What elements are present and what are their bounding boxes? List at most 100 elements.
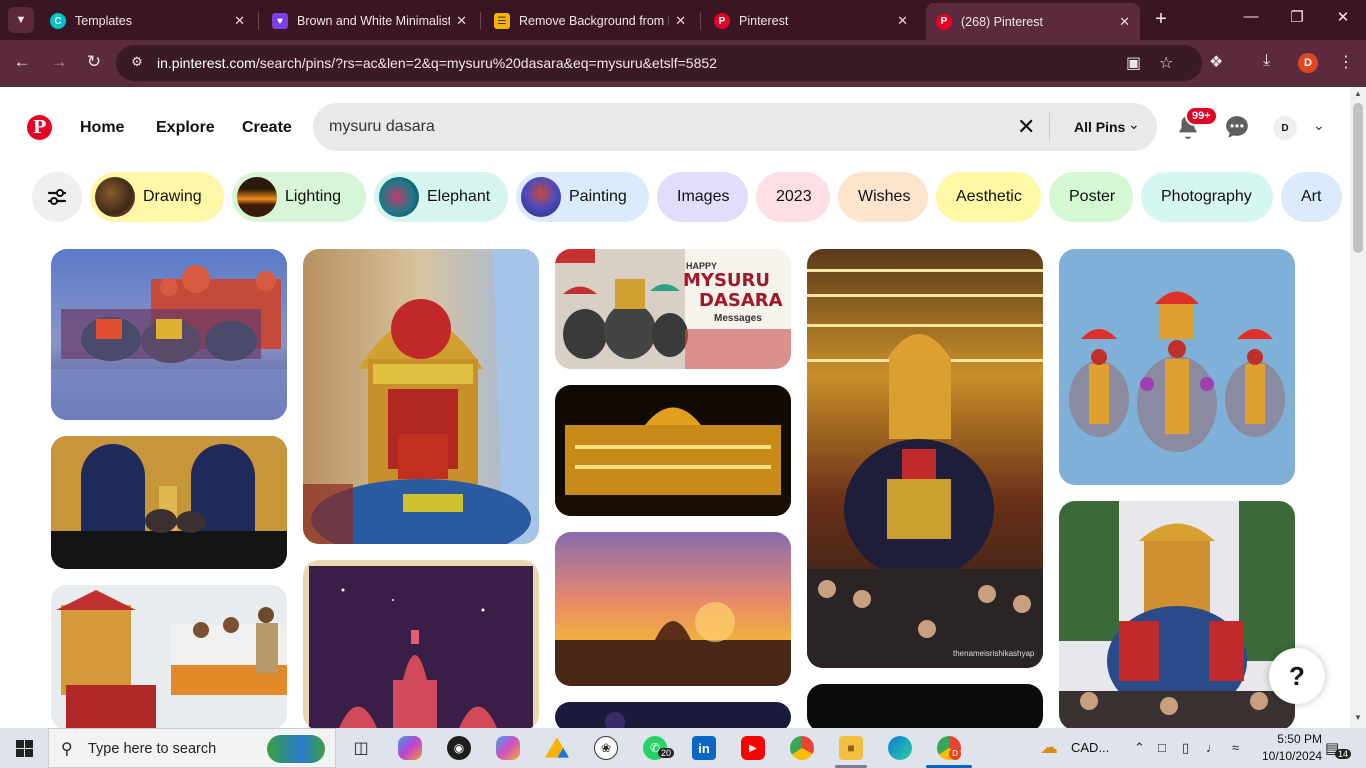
youtube-icon[interactable]: ▶ [741, 736, 765, 760]
clear-search-icon[interactable]: ✕ [1017, 114, 1035, 140]
pin-palace-night-illustration[interactable] [303, 560, 539, 730]
tab-remove-background[interactable]: ☰ Remove Background from Im ✕ [484, 6, 696, 36]
chip-drawing[interactable]: Drawing [90, 172, 224, 222]
more-menu-icon[interactable]: ⋮ [1338, 52, 1354, 72]
heart-app-icon: ♥ [272, 13, 288, 29]
restore-button[interactable]: ❐ [1274, 8, 1320, 26]
site-info-icon[interactable]: ⚙ [128, 54, 146, 72]
help-button[interactable]: ? [1269, 648, 1325, 704]
pin-palace-arches[interactable] [51, 436, 287, 569]
system-clock[interactable]: 5:50 PM 10/10/2024 [1262, 731, 1322, 765]
nav-home[interactable]: Home [80, 119, 124, 137]
scroll-down-arrow-icon[interactable]: ▼ [1350, 713, 1366, 722]
chevron-down-icon: ▼ [15, 14, 27, 26]
weather-text[interactable]: CAD... [1071, 740, 1109, 755]
chevron-down-icon[interactable]: ⌄ [1128, 116, 1140, 133]
search-highlight-icon [267, 735, 325, 763]
tab-templates[interactable]: C Templates ✕ [40, 6, 255, 36]
tab-search-button[interactable]: ▼ [8, 7, 34, 33]
task-view-icon[interactable]: ◫ [349, 736, 373, 760]
scroll-up-arrow-icon[interactable]: ▲ [1350, 89, 1366, 98]
chip-thumbnail [521, 177, 561, 217]
close-icon[interactable]: ✕ [234, 13, 245, 29]
tab-pinterest-active[interactable]: P (268) Pinterest ✕ [926, 3, 1140, 40]
download-icon[interactable]: ⤓ [1263, 52, 1270, 70]
chip-elephant[interactable]: Elephant [374, 172, 508, 222]
linkedin-icon[interactable]: in [692, 736, 716, 760]
google-drive-icon[interactable] [545, 737, 569, 758]
battery-icon[interactable]: ▯ [1182, 740, 1189, 756]
chatgpt-icon[interactable]: ❀ [594, 736, 618, 760]
messages-icon[interactable] [1224, 114, 1250, 140]
filter-button[interactable] [32, 172, 82, 222]
chip-art[interactable]: Art [1281, 172, 1342, 222]
tray-device-icon[interactable]: □ [1158, 740, 1166, 755]
pin-palace-painting[interactable] [51, 249, 287, 420]
account-chevron-icon[interactable]: ⌄ [1313, 117, 1325, 134]
wifi-icon[interactable]: ≈ [1232, 740, 1239, 755]
pin-palace-sunset[interactable] [555, 532, 791, 686]
pin-image [555, 532, 791, 686]
pin-golden-howdah[interactable] [303, 249, 539, 544]
pin-image [1059, 249, 1295, 485]
new-tab-button[interactable]: + [1150, 8, 1172, 31]
forward-button[interactable]: → [47, 52, 71, 72]
copilot-app-icon[interactable] [496, 736, 520, 760]
volume-icon[interactable]: ♩ [1206, 740, 1219, 755]
chip-images[interactable]: Images [657, 172, 748, 222]
tab-brown-white[interactable]: ♥ Brown and White Minimalist ✕ [262, 6, 477, 36]
chip-painting[interactable]: Painting [516, 172, 649, 222]
pin-elephant-illustration[interactable] [1059, 249, 1295, 485]
whatsapp-badge: 20 [658, 748, 675, 758]
pin-illuminated-palace[interactable] [555, 385, 791, 516]
edge-icon[interactable] [888, 736, 912, 760]
chip-wishes[interactable]: Wishes [838, 172, 928, 222]
close-icon[interactable]: ✕ [456, 13, 467, 29]
profile-avatar[interactable]: D [1298, 53, 1318, 73]
pin-procession-street[interactable] [1059, 501, 1295, 730]
extensions-icon[interactable]: ❖ [1209, 52, 1223, 72]
pin-dark-partial[interactable] [807, 684, 1043, 732]
github-icon[interactable]: ◉ [447, 736, 471, 760]
chip-2023[interactable]: 2023 [756, 172, 830, 222]
chrome-icon[interactable] [790, 736, 814, 760]
pin-image [303, 560, 539, 730]
weather-icon[interactable]: ☁ [1040, 737, 1058, 758]
page-scrollbar[interactable]: ▲ ▼ [1350, 87, 1366, 728]
bookmark-star-icon[interactable]: ☆ [1159, 53, 1173, 73]
chrome-profile-badge: D [949, 748, 961, 760]
nav-explore[interactable]: Explore [156, 119, 215, 137]
nav-create[interactable]: Create [242, 119, 292, 137]
chip-lighting[interactable]: Lighting [232, 172, 366, 222]
copilot-icon[interactable] [398, 736, 422, 760]
pin-procession-officials[interactable] [51, 585, 287, 730]
minimize-button[interactable]: — [1228, 8, 1274, 25]
file-explorer-icon[interactable]: ■ [839, 736, 863, 760]
chip-photography[interactable]: Photography [1141, 172, 1273, 222]
windows-start-icon[interactable] [16, 740, 33, 757]
search-input[interactable]: mysuru dasara ✕ All Pins ⌄ [313, 103, 1157, 151]
pinterest-header: P Home Explore Create mysuru dasara ✕ Al… [0, 87, 1350, 167]
user-avatar[interactable]: D [1273, 116, 1297, 140]
reload-button[interactable]: ↻ [82, 52, 106, 72]
scrollbar-thumb[interactable] [1353, 103, 1363, 253]
pinterest-logo[interactable]: P [27, 115, 52, 140]
close-icon[interactable]: ✕ [897, 13, 908, 29]
close-icon[interactable]: ✕ [675, 13, 686, 29]
close-window-button[interactable]: ✕ [1320, 8, 1366, 26]
tray-chevron-up-icon[interactable]: ⌃ [1134, 740, 1145, 756]
pin-image [1059, 501, 1295, 730]
tab-pinterest[interactable]: P Pinterest ✕ [704, 6, 918, 36]
install-app-icon[interactable]: ▣ [1126, 53, 1141, 73]
close-icon[interactable]: ✕ [1119, 14, 1130, 30]
chip-poster[interactable]: Poster [1049, 172, 1133, 222]
address-bar[interactable]: ⚙ in.pinterest.com/search/pins/?rs=ac&le… [116, 45, 1202, 81]
back-button[interactable]: ← [10, 52, 34, 72]
pin-procession-crowd[interactable]: thenameisrishikashyap [807, 249, 1043, 668]
url-text[interactable]: in.pinterest.com/search/pins/?rs=ac&len=… [157, 55, 717, 71]
chip-aesthetic[interactable]: Aesthetic [936, 172, 1041, 222]
pin-happy-mysuru-dasara[interactable]: HAPPY MYSURU DASARA Messages [555, 249, 791, 369]
notification-badge: 99+ [1185, 106, 1218, 126]
pin-scope-dropdown[interactable]: All Pins [1074, 119, 1125, 135]
taskbar-search-box[interactable]: ⚲ Type here to search [48, 728, 336, 768]
